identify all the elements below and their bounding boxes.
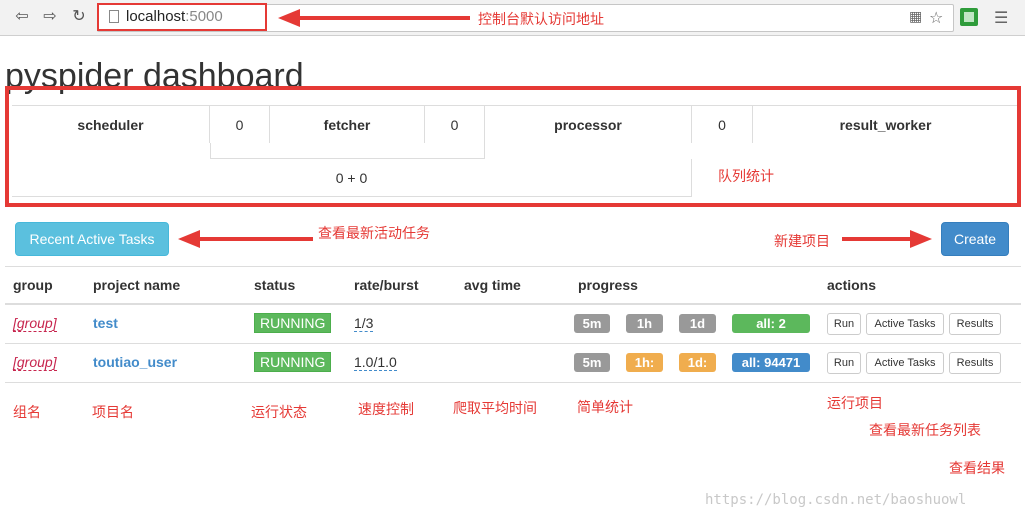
reload-icon[interactable]: ↻ [68,6,90,28]
recent-active-tasks-button[interactable]: Recent Active Tasks [15,222,169,256]
project-name-link[interactable]: toutiao_user [93,354,177,370]
th-group: group [13,277,53,293]
results-annotation: 查看结果 [949,461,1005,477]
queue-highlight-box [5,86,1021,207]
progress-5m[interactable]: 5m [574,353,610,372]
status-annotation: 运行状态 [251,405,307,421]
run-annotation: 运行项目 [827,396,883,412]
progress-5m[interactable]: 5m [574,314,610,333]
project-name-annotation: 项目名 [92,405,134,421]
back-icon[interactable]: ⇦ [11,6,33,28]
th-actions: actions [827,277,877,293]
extension-icon[interactable] [960,8,978,26]
progress-1h[interactable]: 1h: [626,353,663,372]
translate-icon[interactable]: ▦ [909,8,922,25]
avg-time-annotation: 爬取平均时间 [453,401,537,417]
rate-burst[interactable]: 1.0/1.0 [354,354,397,371]
recent-arrow-head [178,230,200,248]
menu-icon[interactable]: ☰ [994,8,1008,28]
run-button[interactable]: Run [827,352,861,374]
status-badge[interactable]: RUNNING [254,352,332,372]
rate-annotation: 速度控制 [358,402,414,418]
th-progress: progress [578,277,638,293]
watermark: https://blog.csdn.net/baoshuowl [705,492,967,508]
progress-annotation: 简单统计 [577,400,633,416]
table-top-border [5,266,1021,267]
create-arrow-head [910,230,932,248]
url-annotation: 控制台默认访问地址 [478,12,604,28]
recent-annotation: 查看最新活动任务 [318,226,430,242]
group-annotation: 组名 [13,405,41,421]
progress-1d[interactable]: 1d: [679,353,716,372]
run-button[interactable]: Run [827,313,861,335]
recent-arrow-line [198,237,313,241]
active-tasks-button[interactable]: Active Tasks [866,313,944,335]
table-row: [group] test RUNNING 1/3 5m 1h 1d all: 2… [0,305,1025,343]
th-status: status [254,277,296,293]
progress-1d[interactable]: 1d [679,314,716,333]
project-group[interactable]: [group] [13,354,57,371]
progress-1h[interactable]: 1h [626,314,663,333]
project-name-link[interactable]: test [93,315,118,331]
url-arrow-line [298,16,470,20]
results-button[interactable]: Results [949,352,1001,374]
star-icon[interactable]: ☆ [929,8,943,28]
th-avg-time: avg time [464,277,521,293]
url-highlight-box [97,3,267,31]
progress-all[interactable]: all: 2 [732,314,810,333]
url-arrow-head [278,9,300,27]
table-row: [group] toutiao_user RUNNING 1.0/1.0 5m … [0,344,1025,382]
th-rate-burst: rate/burst [354,277,419,293]
create-annotation: 新建项目 [774,234,830,250]
create-arrow-line [842,237,912,241]
project-group[interactable]: [group] [13,315,57,332]
create-button[interactable]: Create [941,222,1009,256]
active-tasks-button[interactable]: Active Tasks [866,352,944,374]
th-project-name: project name [93,277,181,293]
row-divider [5,382,1021,383]
forward-icon[interactable]: ⇨ [39,6,61,28]
active-tasks-annotation: 查看最新任务列表 [869,423,981,439]
progress-all[interactable]: all: 94471 [732,353,810,372]
results-button[interactable]: Results [949,313,1001,335]
rate-burst[interactable]: 1/3 [354,315,374,332]
status-badge[interactable]: RUNNING [254,313,332,333]
